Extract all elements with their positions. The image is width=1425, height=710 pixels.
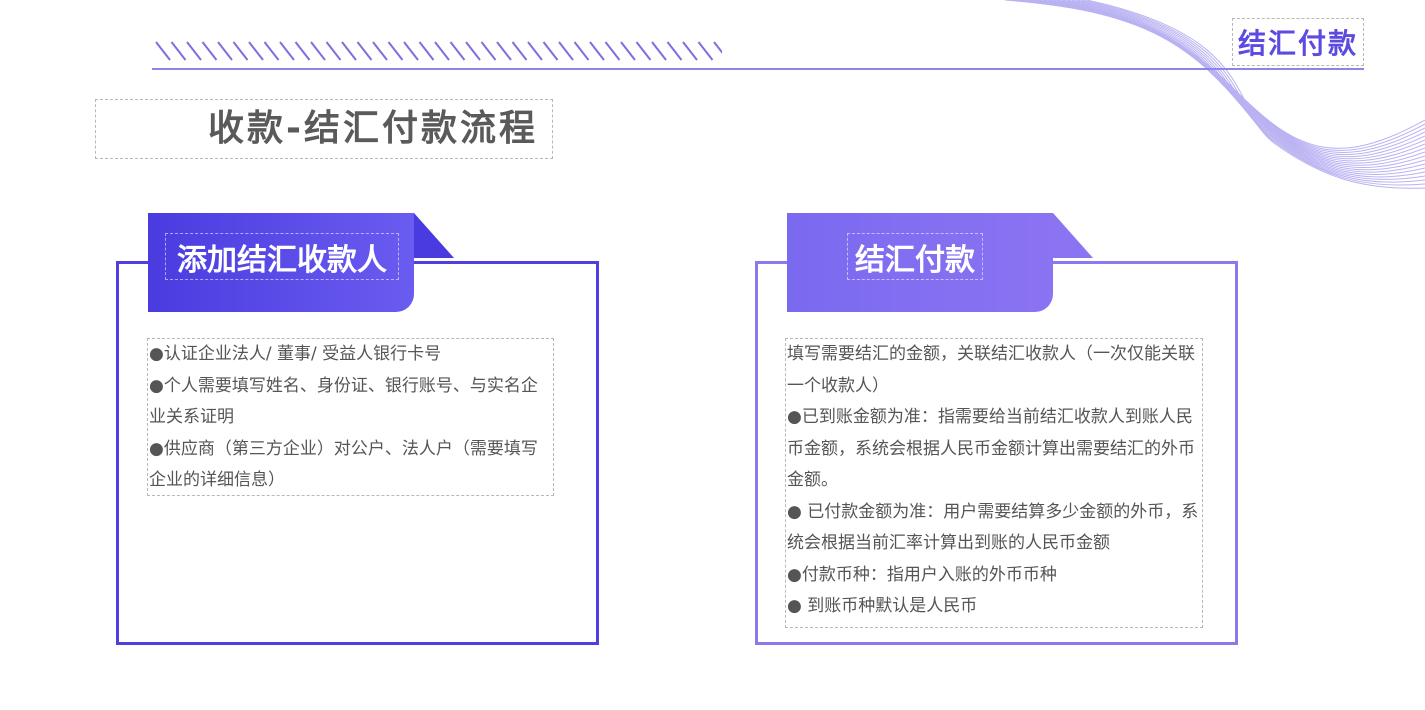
page-title-box: 收款-结汇付款流程 xyxy=(95,99,553,159)
tab-fold-corner xyxy=(1053,213,1093,258)
tab-fold-corner xyxy=(414,213,454,258)
header-divider-line xyxy=(152,68,1364,70)
header-title: 结汇付款 xyxy=(1232,18,1364,66)
card-settlement-payment-title: 结汇付款 xyxy=(847,233,983,280)
list-item: ●供应商（第三方企业）对公户、法人户（需要填写企业的详细信息） xyxy=(149,438,538,491)
list-item: ●已到账金额为准：指需要给当前结汇收款人到账人民币金额，系统会根据人民币金额计算… xyxy=(787,407,1195,490)
card-add-payee-title: 添加结汇收款人 xyxy=(165,233,399,280)
list-item: ● 到账币种默认是人民币 xyxy=(787,596,978,616)
list-item: 填写需要结汇的金额，关联结汇收款人（一次仅能关联一个收款人） xyxy=(787,344,1195,396)
card-settlement-payment-text: 填写需要结汇的金额，关联结汇收款人（一次仅能关联一个收款人） ●已到账金额为准：… xyxy=(785,338,1203,628)
list-item: ● 已付款金额为准：用户需要结算多少金额的外币，系统会根据当前汇率计算出到账的人… xyxy=(787,501,1199,554)
list-item: ●认证企业法人/ 董事/ 受益人银行卡号 xyxy=(149,344,442,364)
list-item: ●付款币种：指用户入账的外币币种 xyxy=(787,564,1057,585)
list-item: ●个人需要填写姓名、身份证、银行账号、与实名企业关系证明 xyxy=(149,375,538,428)
page-title: 收款-结汇付款流程 xyxy=(208,108,538,149)
card-add-payee-text: ●认证企业法人/ 董事/ 受益人银行卡号 ●个人需要填写姓名、身份证、银行账号、… xyxy=(147,338,554,496)
decorative-hatch-stripes xyxy=(155,41,722,61)
